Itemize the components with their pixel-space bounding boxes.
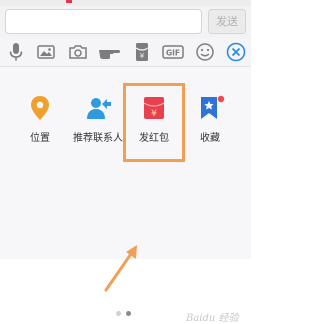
message-input[interactable] <box>5 9 202 34</box>
camera-icon[interactable] <box>66 40 90 64</box>
emoji-icon[interactable] <box>193 40 217 64</box>
page-indicator <box>116 311 136 317</box>
watermark: Baidu 经验 <box>186 313 239 324</box>
location-pin-icon <box>28 95 52 121</box>
microphone-icon[interactable] <box>4 40 28 64</box>
app-item-location[interactable]: 位置 <box>10 95 70 155</box>
gif-icon[interactable]: GIF <box>161 40 185 64</box>
poke-icon[interactable] <box>98 40 122 64</box>
gif-text: GIF <box>166 49 180 58</box>
image-icon[interactable] <box>34 40 58 64</box>
favorite-bookmark-icon <box>198 95 225 121</box>
page-dot-active[interactable] <box>126 311 131 316</box>
send-button[interactable]: 发送 <box>208 9 246 34</box>
app-item-recommend-contact[interactable]: 推荐联系人 <box>68 95 128 155</box>
app-item-favorites[interactable]: 收藏 <box>180 95 240 155</box>
close-icon[interactable] <box>224 40 248 64</box>
input-toolbar: ¥ GIF <box>0 38 251 67</box>
red-packet-icon[interactable]: ¥ <box>130 40 154 64</box>
highlight-box <box>123 83 185 162</box>
notification-mark <box>66 0 72 3</box>
pointer-arrow <box>104 245 137 292</box>
message-input-bar: 发送 <box>0 6 251 38</box>
page-dot[interactable] <box>116 311 121 316</box>
recommend-contact-icon <box>86 95 111 121</box>
svg-text:¥: ¥ <box>140 52 145 60</box>
